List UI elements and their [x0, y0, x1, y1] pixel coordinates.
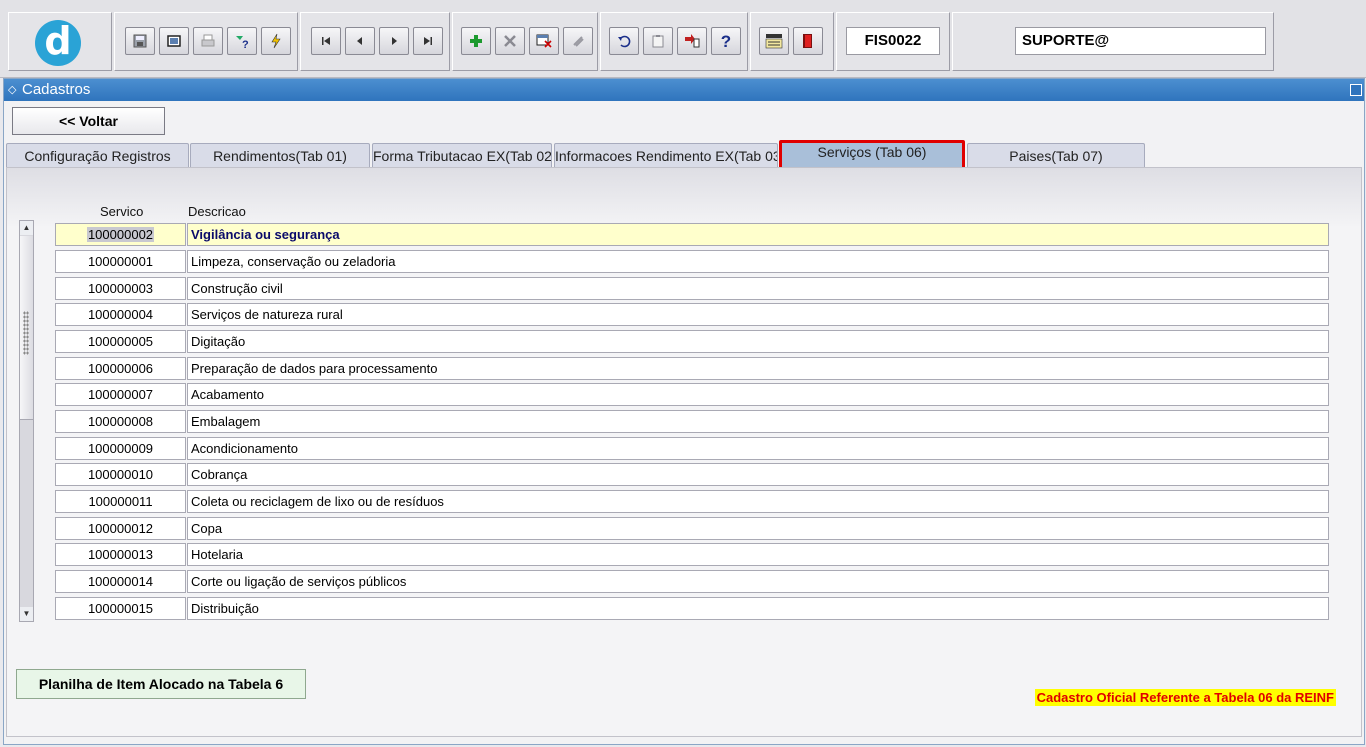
- toolbar: d ? ? FIS0022 SUPORTE@: [0, 0, 1366, 78]
- toolbar-group-menu: [750, 12, 834, 71]
- servico-code-cell[interactable]: 100000003: [55, 277, 186, 300]
- servico-desc-cell[interactable]: Coleta ou reciclagem de lixo ou de resíd…: [187, 490, 1329, 513]
- next-record-icon[interactable]: [379, 27, 409, 55]
- window-title-bar: ◇ Cadastros: [4, 79, 1364, 101]
- servico-code-cell[interactable]: 100000013: [55, 543, 186, 566]
- servico-desc-cell[interactable]: Embalagem: [187, 410, 1329, 433]
- exit-icon[interactable]: [793, 27, 823, 55]
- toolbar-group-module: FIS0022: [836, 12, 950, 71]
- column-header-descricao: Descricao: [188, 204, 246, 219]
- first-record-icon[interactable]: [311, 27, 341, 55]
- edit-record-icon[interactable]: [529, 27, 559, 55]
- save-icon[interactable]: [125, 27, 155, 55]
- clear-icon[interactable]: [563, 27, 593, 55]
- user-field: SUPORTE@: [1015, 27, 1266, 55]
- servico-desc-cell[interactable]: Cobrança: [187, 463, 1329, 486]
- menu-icon[interactable]: [759, 27, 789, 55]
- tab-informacoes-rendimento[interactable]: Informacoes Rendimento EX(Tab 03): [554, 143, 778, 167]
- planilha-item-alocado-button[interactable]: Planilha de Item Alocado na Tabela 6: [16, 669, 306, 699]
- tab-forma-tributacao[interactable]: Forma Tributacao EX(Tab 02): [372, 143, 552, 167]
- servico-code-cell[interactable]: 100000008: [55, 410, 186, 433]
- servico-code-cell[interactable]: 100000012: [55, 517, 186, 540]
- servico-code-cell[interactable]: 100000004: [55, 303, 186, 326]
- servico-code-cell[interactable]: 100000001: [55, 250, 186, 273]
- execute-icon[interactable]: [261, 27, 291, 55]
- tab-configuracao-registros[interactable]: Configuração Registros: [6, 143, 189, 167]
- servico-desc-cell[interactable]: Copa: [187, 517, 1329, 540]
- cadastros-window: ◇ Cadastros << Voltar Configuração Regis…: [3, 78, 1365, 745]
- reinf-note: Cadastro Oficial Referente a Tabela 06 d…: [1034, 689, 1336, 706]
- print-icon[interactable]: [193, 27, 223, 55]
- column-header-servico: Servico: [100, 204, 144, 219]
- last-record-icon[interactable]: [413, 27, 443, 55]
- delete-record-icon[interactable]: [495, 27, 525, 55]
- scroll-thumb[interactable]: [20, 236, 33, 420]
- servico-code-cell[interactable]: 100000005: [55, 330, 186, 353]
- servico-desc-cell[interactable]: Digitação: [187, 330, 1329, 353]
- servico-code-cell[interactable]: 100000010: [55, 463, 186, 486]
- servico-desc-cell[interactable]: Vigilância ou segurança: [187, 223, 1329, 246]
- query-icon[interactable]: ?: [227, 27, 257, 55]
- app-logo: d: [35, 20, 81, 66]
- servico-desc-cell[interactable]: Hotelaria: [187, 543, 1329, 566]
- tab-paises[interactable]: Paises(Tab 07): [967, 143, 1145, 167]
- servico-desc-cell[interactable]: Limpeza, conservação ou zeladoria: [187, 250, 1329, 273]
- servico-desc-cell[interactable]: Serviços de natureza rural: [187, 303, 1329, 326]
- maximize-icon[interactable]: [1350, 84, 1362, 96]
- servico-desc-cell[interactable]: Distribuição: [187, 597, 1329, 620]
- window-title: Cadastros: [22, 81, 91, 98]
- insert-record-icon[interactable]: [461, 27, 491, 55]
- help-icon[interactable]: ?: [711, 27, 741, 55]
- servico-desc-cell[interactable]: Preparação de dados para processamento: [187, 357, 1329, 380]
- toolbar-group-tools: ?: [600, 12, 748, 71]
- clipboard-icon[interactable]: [643, 27, 673, 55]
- tab-rendimentos[interactable]: Rendimentos(Tab 01): [190, 143, 370, 167]
- servico-desc-cell[interactable]: Acondicionamento: [187, 437, 1329, 460]
- toolbar-group-record: [452, 12, 598, 71]
- back-button[interactable]: << Voltar: [12, 107, 165, 135]
- scroll-grip: [23, 311, 29, 355]
- prev-record-icon[interactable]: [345, 27, 375, 55]
- servico-code-cell[interactable]: 100000007: [55, 383, 186, 406]
- scroll-up-icon[interactable]: ▲: [20, 221, 33, 235]
- window-menu-icon[interactable]: ◇: [8, 79, 16, 101]
- servico-code-cell[interactable]: 100000002: [55, 223, 186, 246]
- toolbar-group-file: ?: [114, 12, 298, 71]
- servico-code-cell[interactable]: 100000011: [55, 490, 186, 513]
- svg-text:?: ?: [242, 39, 249, 49]
- servico-desc-cell[interactable]: Acabamento: [187, 383, 1329, 406]
- undo-icon[interactable]: [609, 27, 639, 55]
- window-icon[interactable]: [159, 27, 189, 55]
- servico-code-cell[interactable]: 100000009: [55, 437, 186, 460]
- servico-code-cell[interactable]: 100000015: [55, 597, 186, 620]
- servico-desc-cell[interactable]: Corte ou ligação de serviços públicos: [187, 570, 1329, 593]
- toolbar-group-user: SUPORTE@: [952, 12, 1274, 71]
- grid-scrollbar[interactable]: ▲ ▼: [19, 220, 34, 622]
- list-values-icon[interactable]: [677, 27, 707, 55]
- module-code-field: FIS0022: [846, 27, 940, 55]
- servico-code-cell[interactable]: 100000006: [55, 357, 186, 380]
- logo-group: d: [8, 12, 112, 71]
- tab-strip: Configuração Registros Rendimentos(Tab 0…: [6, 140, 1364, 172]
- servico-desc-cell[interactable]: Construção civil: [187, 277, 1329, 300]
- toolbar-group-navigation: [300, 12, 450, 71]
- scroll-down-icon[interactable]: ▼: [20, 607, 33, 621]
- servico-code-cell[interactable]: 100000014: [55, 570, 186, 593]
